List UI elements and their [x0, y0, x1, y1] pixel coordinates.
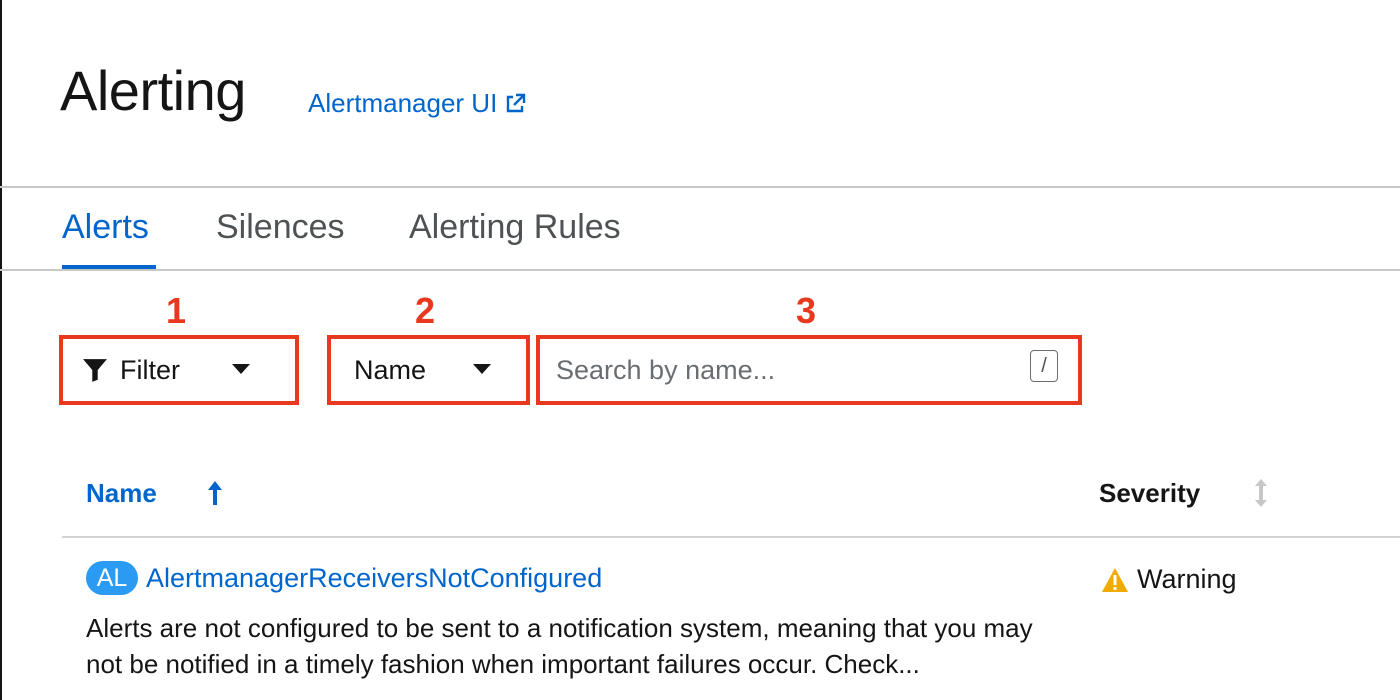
alert-name-link[interactable]: AlertmanagerReceiversNotConfigured [146, 563, 602, 594]
tab-silences[interactable]: Silences [216, 208, 345, 247]
table-header-divider [62, 536, 1400, 538]
sort-icon[interactable] [1252, 478, 1270, 508]
annotation-number-3: 3 [796, 290, 817, 331]
window-edge [0, 0, 2, 700]
alertmanager-ui-link[interactable]: Alertmanager UI [308, 88, 527, 119]
resource-badge: AL [86, 561, 138, 595]
page-title: Alerting [60, 59, 246, 122]
annotation-number-2: 2 [415, 290, 436, 331]
column-header-name[interactable]: Name [86, 478, 157, 509]
alert-description: Alerts are not configured to be sent to … [86, 613, 1033, 679]
warning-triangle-icon [1102, 567, 1128, 592]
annotation-number-1: 1 [166, 290, 187, 331]
header-divider [0, 186, 1400, 188]
column-header-severity[interactable]: Severity [1099, 478, 1200, 509]
tabs-divider [0, 269, 1400, 271]
tab-alerting-rules[interactable]: Alerting Rules [409, 208, 621, 247]
tab-alerts[interactable]: Alerts [62, 208, 149, 247]
external-link-icon [507, 93, 526, 112]
severity-label: Warning [1137, 564, 1237, 594]
annotation-box-3 [536, 335, 1082, 405]
annotation-box-2 [327, 335, 530, 405]
alertmanager-ui-link-label: Alertmanager UI [308, 88, 498, 118]
annotation-box-1 [59, 335, 299, 405]
severity-value: Warning [1101, 564, 1237, 595]
sort-ascending-icon[interactable] [206, 479, 224, 507]
